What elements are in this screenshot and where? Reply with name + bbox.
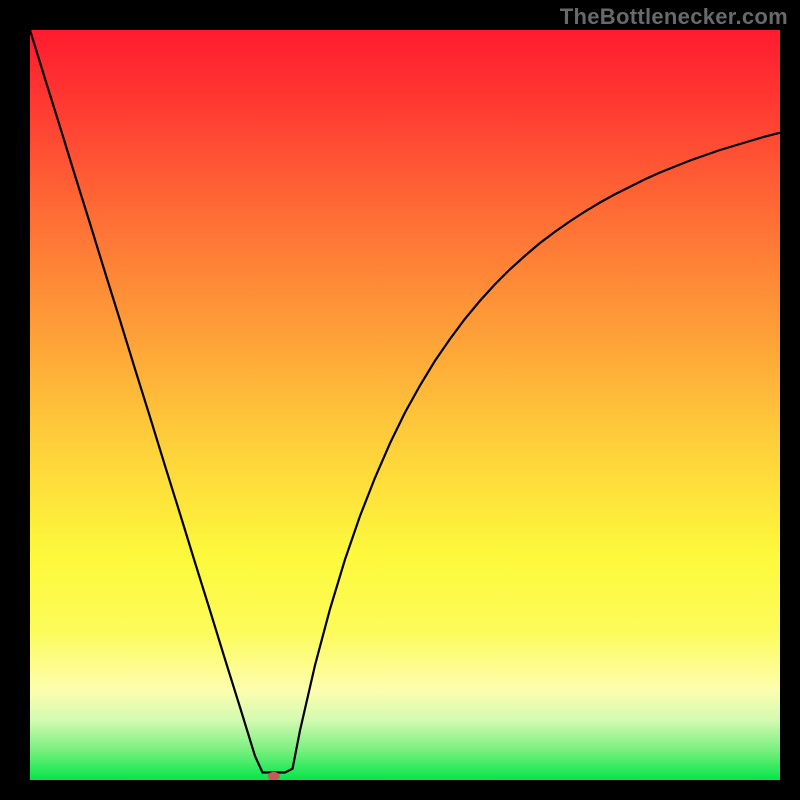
chart-area <box>30 30 780 780</box>
watermark-text: TheBottlenecker.com <box>560 4 788 30</box>
bottleneck-chart <box>30 30 780 780</box>
gradient-background <box>30 30 780 780</box>
